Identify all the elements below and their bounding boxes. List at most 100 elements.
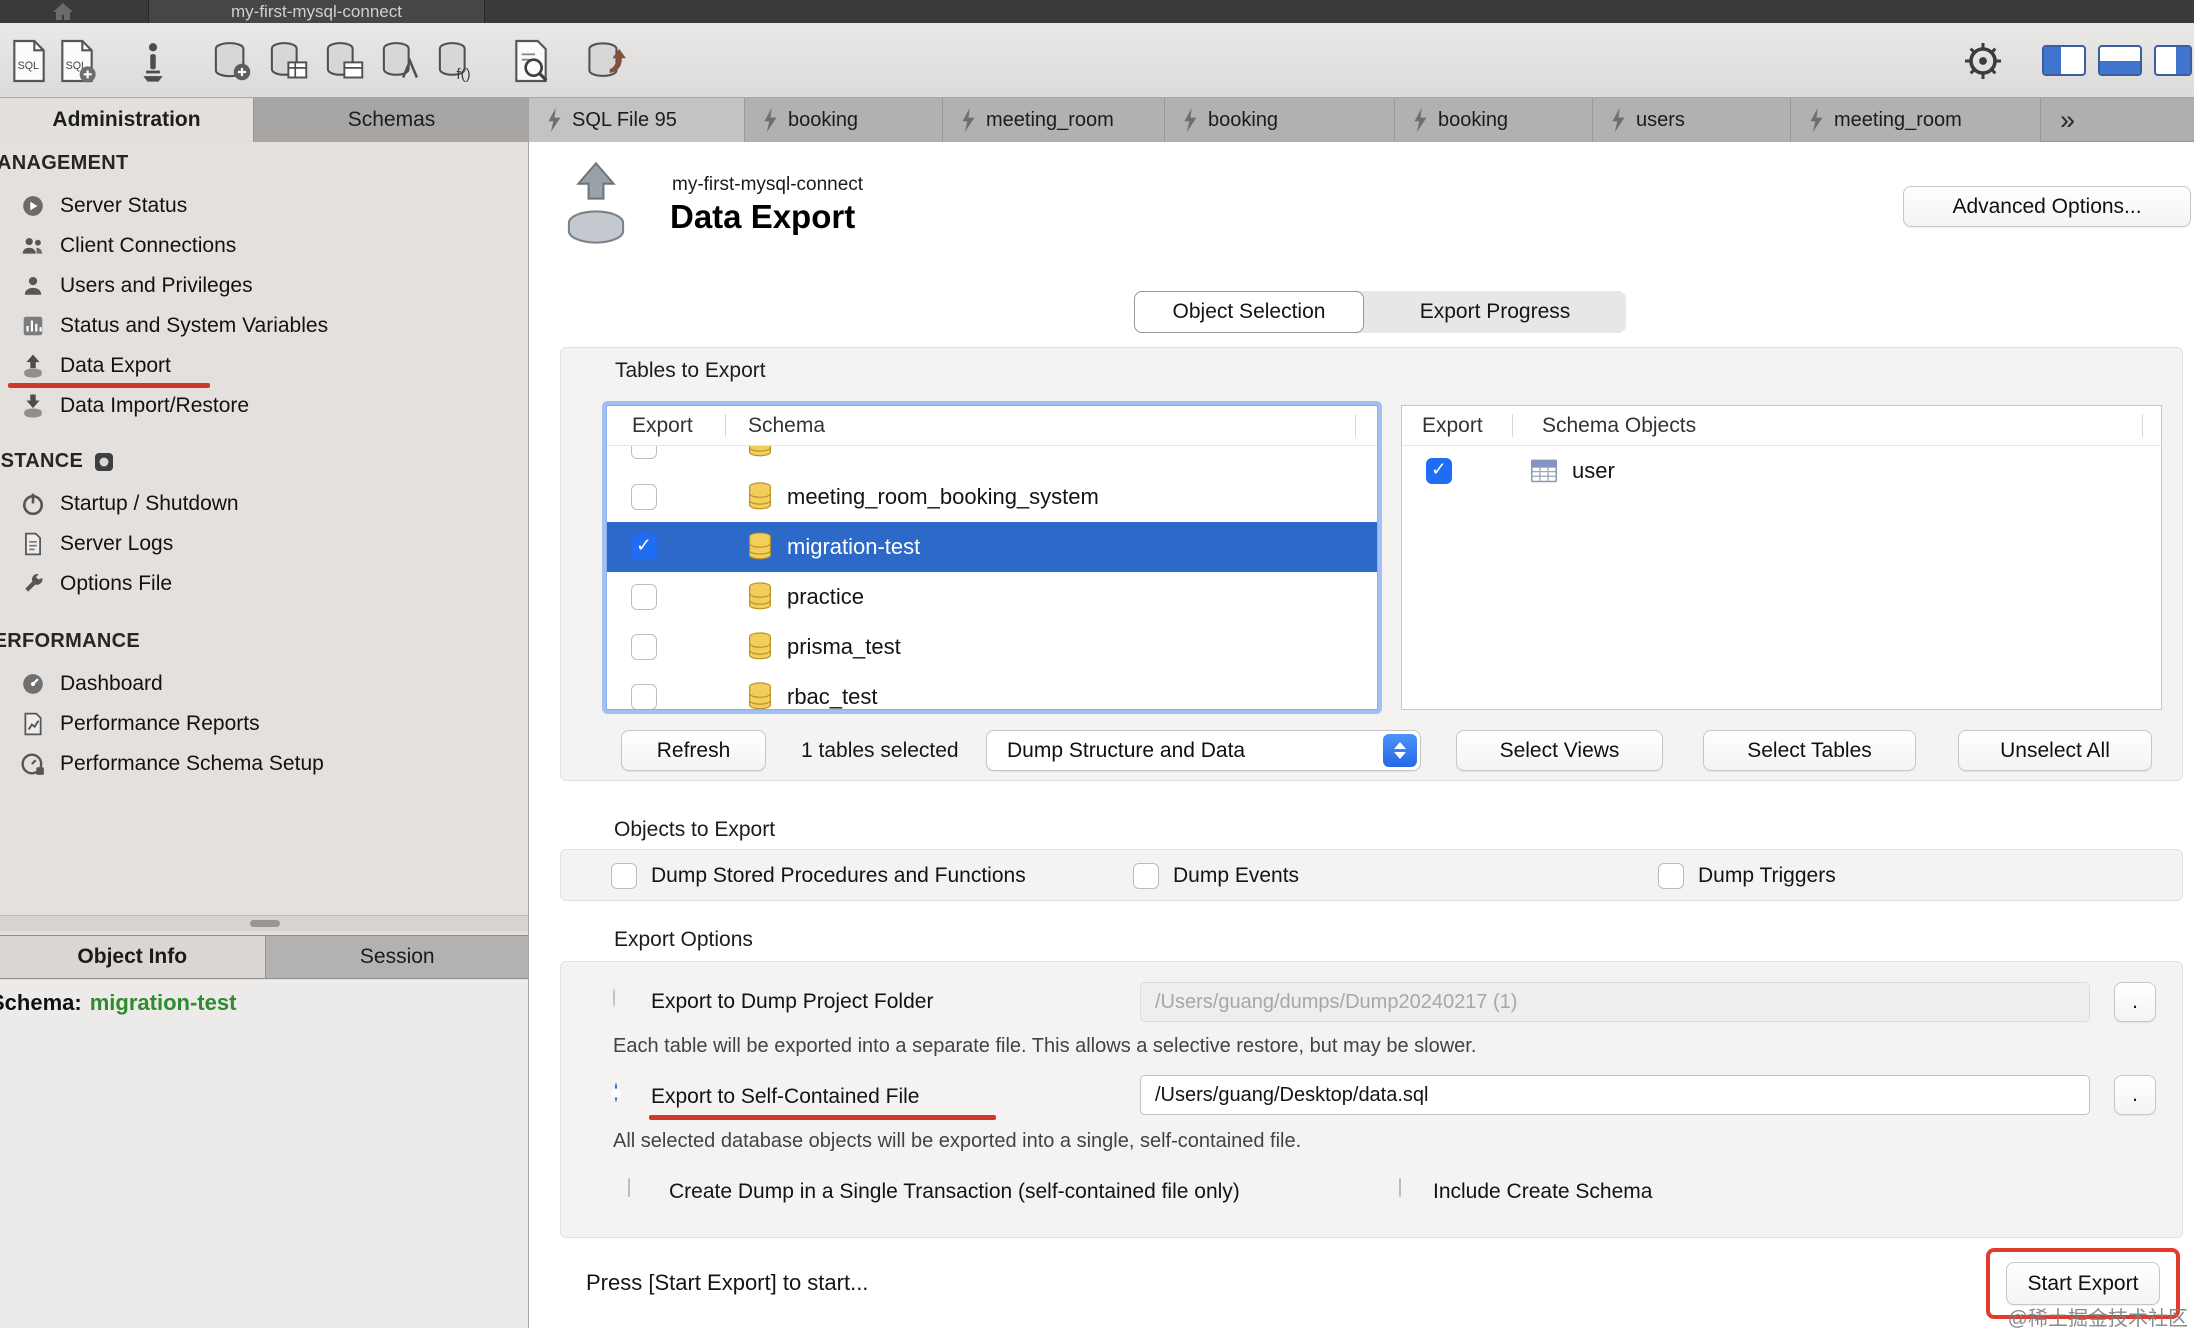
sidebar-splitter[interactable] [0, 915, 529, 931]
tab-session[interactable]: Session [265, 936, 530, 978]
tab-object-selection[interactable]: Object Selection [1134, 291, 1364, 333]
objects-to-export-panel: Dump Stored Procedures and Functions Dum… [560, 849, 2183, 901]
include-create-schema-checkbox[interactable] [1399, 1178, 1401, 1197]
open-sql-script-icon: SQL [57, 38, 97, 84]
editor-tab-meeting-room-2[interactable]: meeting_room [1791, 98, 2041, 142]
sidebar-item-data-export[interactable]: Data Export [0, 346, 529, 386]
advanced-options-button[interactable]: Advanced Options... [1903, 186, 2191, 227]
sidebar-item-startup-shutdown[interactable]: Startup / Shutdown [0, 484, 529, 524]
table-row[interactable]: practice [607, 572, 1377, 622]
create-table-button[interactable] [262, 35, 312, 87]
select-views-button[interactable]: Select Views [1456, 730, 1663, 771]
schema-table[interactable]: Export Schema meeting_room_booking_syste… [606, 405, 1378, 710]
instance-badge-icon [93, 451, 115, 473]
connection-tab[interactable]: my-first-mysql-connect [148, 0, 485, 23]
new-sql-tab-button[interactable]: SQL [4, 35, 54, 87]
project-folder-path-field[interactable]: /Users/guang/dumps/Dump20240217 (1) [1140, 982, 2090, 1022]
schema-info: Schema:migration-test [0, 990, 236, 1016]
tab-schemas[interactable]: Schemas [253, 98, 529, 142]
dump-procedures-checkbox[interactable] [611, 863, 637, 889]
column-divider[interactable] [725, 414, 726, 437]
table-row[interactable]: meeting_room_booking_system [607, 472, 1377, 522]
sidebar-item-performance-schema-setup[interactable]: Performance Schema Setup [0, 744, 529, 784]
svg-text:f(): f() [456, 66, 470, 83]
connection-tab-label: my-first-mysql-connect [231, 2, 402, 22]
editor-tab-booking-1[interactable]: booking [745, 98, 943, 142]
export-checkbox-checked[interactable] [1426, 458, 1452, 484]
schema-inspector-button[interactable] [128, 35, 178, 87]
sidebar-item-dashboard[interactable]: Dashboard [0, 664, 529, 704]
table-row-selected[interactable]: migration-test [607, 522, 1377, 572]
sidebar-item-client-connections[interactable]: Client Connections [0, 226, 529, 266]
notifications-button[interactable] [1958, 35, 2008, 87]
chevron-overflow-icon: » [2060, 105, 2075, 136]
import-export-icon [585, 38, 629, 84]
refresh-button[interactable]: Refresh [621, 730, 766, 771]
schema-icon [747, 682, 773, 710]
tab-export-progress[interactable]: Export Progress [1364, 291, 1626, 333]
performance-nav-group: Dashboard Performance Reports Performanc… [0, 664, 529, 784]
toggle-right-sidebar-button[interactable] [2154, 45, 2192, 76]
export-checkbox[interactable] [631, 634, 657, 660]
create-procedure-button[interactable] [374, 35, 424, 87]
self-contained-path-field[interactable]: /Users/guang/Desktop/data.sql [1140, 1075, 2090, 1115]
editor-tab-booking-2[interactable]: booking [1165, 98, 1395, 142]
create-schema-button[interactable] [206, 35, 256, 87]
schema-label: Schema: [0, 990, 82, 1015]
sidebar-item-users-privileges[interactable]: Users and Privileges [0, 266, 529, 306]
tab-object-info[interactable]: Object Info [0, 936, 265, 978]
tab-overflow-button[interactable]: » [2060, 98, 2075, 142]
project-folder-help: Each table will be exported into a separ… [613, 1035, 1476, 1058]
editor-tab-sql-file[interactable]: SQL File 95 [529, 98, 745, 142]
export-checkbox[interactable] [631, 484, 657, 510]
lightning-icon [961, 108, 976, 132]
objects-to-export-label: Objects to Export [614, 818, 775, 842]
export-checkbox[interactable] [631, 446, 657, 459]
editor-tab-booking-3[interactable]: booking [1395, 98, 1593, 142]
toggle-left-sidebar-button[interactable] [2042, 45, 2086, 76]
tab-administration[interactable]: Administration [0, 98, 253, 142]
column-divider[interactable] [1355, 414, 1356, 437]
schema-objects-table[interactable]: Export Schema Objects user [1401, 405, 2162, 710]
table-row[interactable]: prisma_test [607, 622, 1377, 672]
export-checkbox[interactable] [631, 584, 657, 610]
create-function-button[interactable]: f() [430, 35, 480, 87]
search-objects-button[interactable] [506, 35, 556, 87]
schema-icon [747, 482, 773, 512]
sidebar-item-status-variables[interactable]: Status and System Variables [0, 306, 529, 346]
create-view-button[interactable] [318, 35, 368, 87]
sidebar-item-options-file[interactable]: Options File [0, 564, 529, 604]
toggle-bottom-panel-button[interactable] [2098, 45, 2142, 76]
column-divider[interactable] [1512, 414, 1513, 437]
mysql-workbench-window: my-first-mysql-connect SQL SQL f() [0, 0, 2194, 1328]
unselect-all-button[interactable]: Unselect All [1958, 730, 2152, 771]
column-divider[interactable] [2142, 414, 2143, 437]
select-tables-button[interactable]: Select Tables [1703, 730, 1916, 771]
dump-events-checkbox[interactable] [1133, 863, 1159, 889]
watermark: @稀土掘金技术社区 [2008, 1302, 2188, 1328]
home-icon[interactable] [50, 1, 76, 22]
self-contained-browse-button[interactable]: . [2114, 1075, 2156, 1115]
sidebar-item-performance-reports[interactable]: Performance Reports [0, 704, 529, 744]
radio-dump-project-folder[interactable] [613, 988, 615, 1007]
table-row[interactable]: user [1402, 446, 2161, 496]
sidebar-item-server-status[interactable]: Server Status [0, 186, 529, 226]
table-row[interactable]: rbac_test [607, 672, 1377, 710]
performance-schema-setup-icon [20, 751, 46, 777]
dump-triggers-checkbox[interactable] [1658, 863, 1684, 889]
self-contained-file-label: Export to Self-Contained File [651, 1084, 919, 1110]
dump-mode-select[interactable]: Dump Structure and Data [986, 730, 1421, 771]
sidebar-item-server-logs[interactable]: Server Logs [0, 524, 529, 564]
open-sql-script-button[interactable]: SQL [52, 35, 102, 87]
radio-self-contained-file[interactable] [615, 1083, 617, 1102]
project-folder-browse-button[interactable]: . [2114, 982, 2156, 1022]
export-checkbox-checked[interactable] [631, 534, 657, 560]
editor-tab-meeting-room-1[interactable]: meeting_room [943, 98, 1165, 142]
single-transaction-checkbox[interactable] [628, 1178, 630, 1197]
editor-tab-users[interactable]: users [1593, 98, 1791, 142]
sidebar-item-data-import[interactable]: Data Import/Restore [0, 386, 529, 426]
export-options-label: Export Options [614, 928, 753, 952]
import-export-button[interactable] [582, 35, 632, 87]
table-row-partial[interactable] [607, 446, 1377, 472]
export-checkbox[interactable] [631, 684, 657, 710]
